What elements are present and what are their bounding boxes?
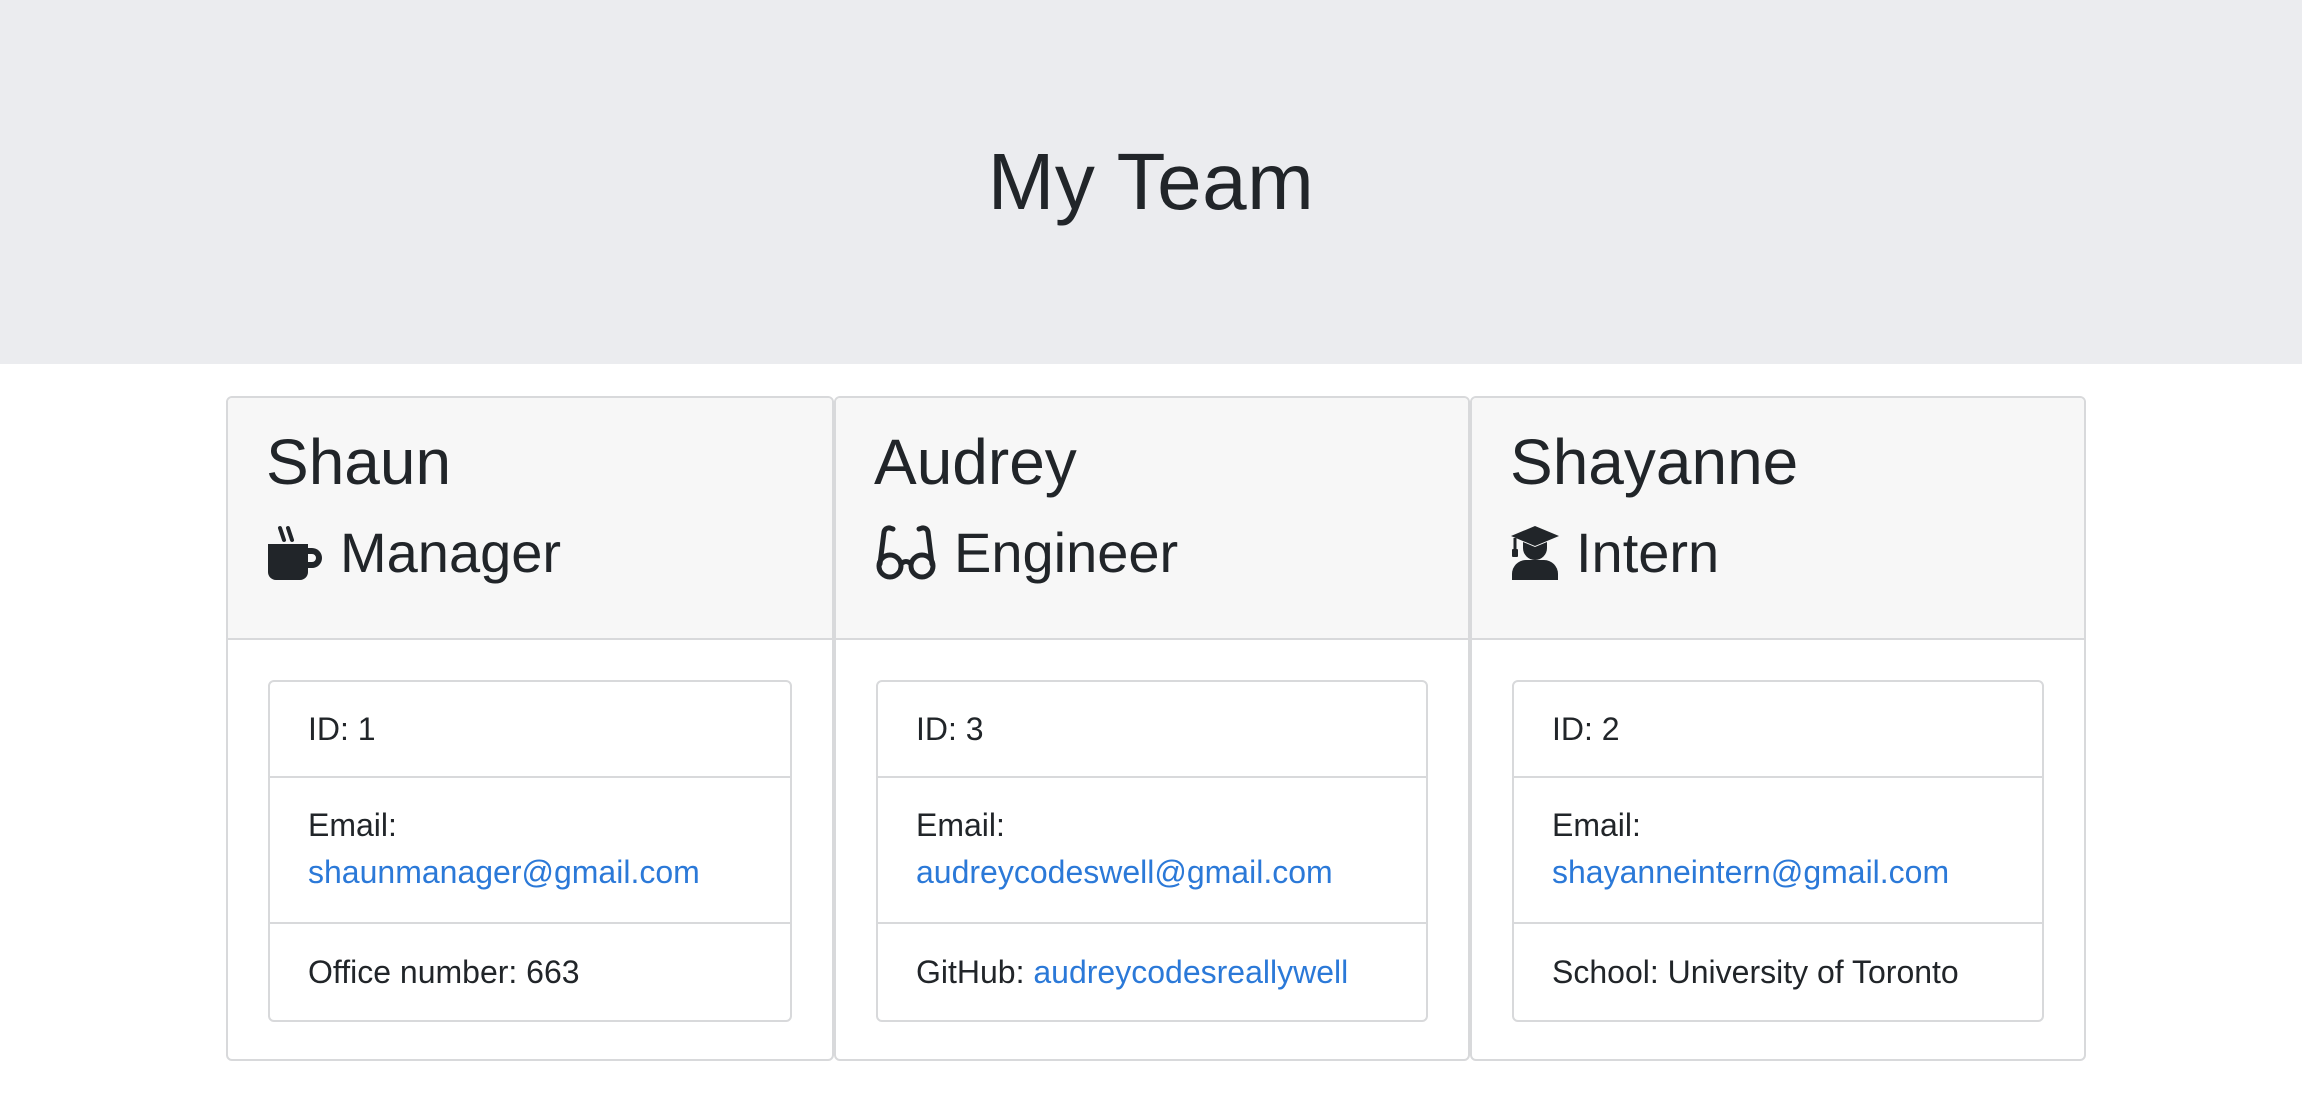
email-label: Email:	[308, 807, 397, 843]
list-item-email: Email: shaunmanager@gmail.com	[270, 778, 790, 924]
email-link[interactable]: shayanneintern@gmail.com	[1552, 854, 1949, 890]
employee-details: ID: 3 Email: audreycodeswell@gmail.com G…	[876, 680, 1428, 1022]
employee-card-intern: Shayanne Intern ID: 2 Email: shayanneint…	[1470, 396, 2086, 1061]
role-label: Intern	[1576, 521, 1720, 584]
email-link[interactable]: shaunmanager@gmail.com	[308, 854, 700, 890]
id-value: 1	[357, 710, 376, 747]
employee-details: ID: 2 Email: shayanneintern@gmail.com Sc…	[1512, 680, 2044, 1022]
role-label: Engineer	[954, 521, 1179, 584]
card-body: ID: 2 Email: shayanneintern@gmail.com Sc…	[1472, 640, 2084, 1022]
list-item-id: ID: 2	[1514, 682, 2042, 778]
employee-name: Shaun	[266, 426, 452, 498]
glasses-icon	[874, 524, 938, 582]
employee-role: Manager	[266, 518, 832, 588]
page-title: My Team	[987, 137, 1315, 226]
list-item-email: Email: audreycodeswell@gmail.com	[878, 778, 1426, 924]
coffee-mug-icon	[266, 524, 324, 582]
email-label: Email:	[916, 807, 1005, 843]
card-body: ID: 1 Email: shaunmanager@gmail.com Offi…	[228, 640, 832, 1022]
page-header: My Team	[0, 0, 2302, 364]
office-value: 663	[526, 953, 580, 990]
employee-card-manager: Shaun Manager ID: 1 Email: shaunmanager@…	[226, 396, 834, 1061]
id-value: 3	[965, 710, 984, 747]
employee-role: Intern	[1510, 518, 2084, 588]
employee-role: Engineer	[874, 518, 1468, 588]
list-item-id: ID: 3	[878, 682, 1426, 778]
id-label: ID:	[916, 710, 957, 747]
graduate-icon	[1510, 524, 1560, 582]
office-label: Office number:	[308, 953, 518, 990]
school-label: School:	[1552, 953, 1659, 990]
email-link[interactable]: audreycodeswell@gmail.com	[916, 854, 1333, 890]
list-item-office: Office number: 663	[270, 924, 790, 1020]
list-item-github: GitHub: audreycodesreallywell	[878, 924, 1426, 1020]
email-label: Email:	[1552, 807, 1641, 843]
card-header: Audrey Engineer	[836, 398, 1468, 640]
role-label: Manager	[340, 521, 562, 584]
card-header: Shaun Manager	[228, 398, 832, 640]
list-item-school: School: University of Toronto	[1514, 924, 2042, 1020]
id-label: ID:	[308, 710, 349, 747]
employee-card-engineer: Audrey Engineer ID: 3 Email: audreycodes…	[834, 396, 1470, 1061]
id-label: ID:	[1552, 710, 1593, 747]
employee-name: Shayanne	[1510, 426, 1799, 498]
id-value: 2	[1601, 710, 1620, 747]
list-item-email: Email: shayanneintern@gmail.com	[1514, 778, 2042, 924]
employee-name: Audrey	[874, 426, 1077, 498]
card-header: Shayanne Intern	[1472, 398, 2084, 640]
github-label: GitHub:	[916, 953, 1025, 990]
employee-details: ID: 1 Email: shaunmanager@gmail.com Offi…	[268, 680, 792, 1022]
school-value: University of Toronto	[1667, 953, 1959, 990]
card-body: ID: 3 Email: audreycodeswell@gmail.com G…	[836, 640, 1468, 1022]
list-item-id: ID: 1	[270, 682, 790, 778]
github-link[interactable]: audreycodesreallywell	[1033, 949, 1348, 996]
